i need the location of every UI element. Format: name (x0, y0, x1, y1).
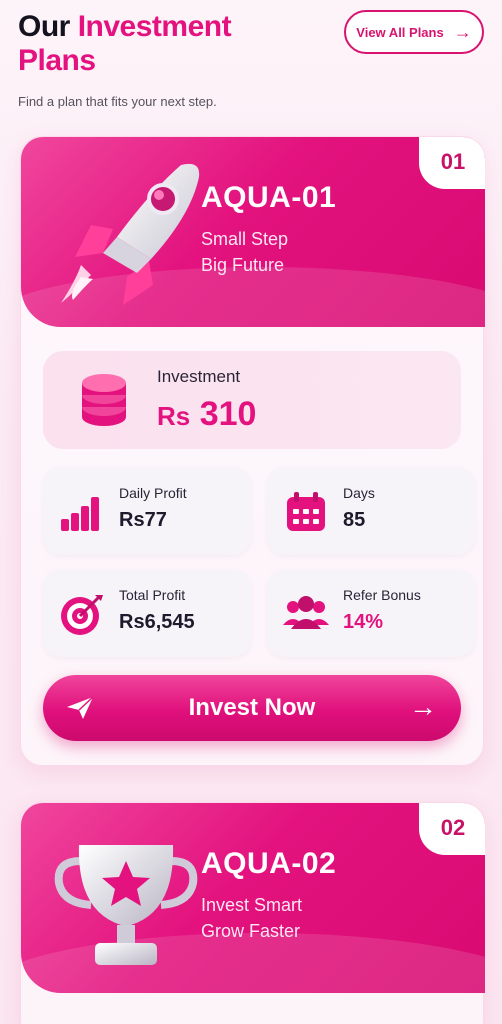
stat-value: 14% (343, 611, 384, 633)
plan-tagline-line1: Small Step (201, 229, 289, 249)
trophy-icon (54, 845, 198, 965)
bar-chart-icon (61, 497, 99, 531)
invest-now-button[interactable]: Invest Now → (43, 675, 461, 741)
plan-name: AQUA-02 (201, 847, 337, 880)
plan-tagline-line2: Grow Faster (201, 921, 301, 941)
page-subtitle: Find a plan that fits your next step. (18, 94, 217, 109)
page-header: Our Investment Plans Find a plan that fi… (18, 10, 484, 110)
arrow-right-icon: → (453, 22, 472, 42)
plan-banner: AQUA-01 Small Step Big Future 01 (21, 137, 485, 327)
stat-value: Rs77 (119, 509, 167, 531)
plan-number-badge: 01 (419, 137, 485, 189)
stat-refer-bonus: Refer Bonus 14% (267, 569, 475, 657)
investment-value: Rs 310 (157, 395, 257, 433)
plan-tagline-line2: Big Future (201, 255, 285, 275)
plan-card-aqua-02: AQUA-02 Invest Smart Grow Faster 02 (20, 802, 485, 1024)
stat-days: Days 85 (267, 467, 475, 555)
calendar-icon (287, 492, 325, 531)
stat-value: 85 (343, 509, 366, 531)
arrow-right-icon: → (409, 691, 437, 722)
stat-value: Rs6,545 (119, 611, 195, 633)
target-icon (61, 595, 103, 635)
rocket-icon (61, 163, 200, 305)
view-all-plans-button[interactable]: View All Plans → (344, 10, 484, 54)
stat-daily-profit: Daily Profit Rs77 (43, 467, 251, 555)
investment-label: Investment (157, 367, 241, 386)
stat-label: Days (343, 485, 375, 501)
plan-banner: AQUA-02 Invest Smart Grow Faster 02 (21, 803, 485, 993)
stat-total-profit: Total Profit Rs6,545 (43, 569, 251, 657)
coins-stack-icon (82, 374, 126, 426)
stat-label: Total Profit (119, 587, 186, 603)
investment-amount-box: Investment Rs 310 (43, 351, 461, 449)
stat-label: Refer Bonus (343, 587, 421, 603)
plan-tagline-line1: Invest Smart (201, 895, 303, 915)
plan-card-aqua-01: AQUA-01 Small Step Big Future 01 Investm… (20, 136, 485, 766)
users-icon (283, 596, 329, 629)
invest-now-label: Invest Now (188, 694, 316, 721)
plan-number-badge: 02 (419, 803, 485, 855)
plan-name: AQUA-01 (201, 181, 337, 214)
paper-plane-icon (67, 696, 94, 719)
stat-label: Daily Profit (119, 485, 187, 501)
view-all-plans-label: View All Plans (356, 24, 444, 40)
